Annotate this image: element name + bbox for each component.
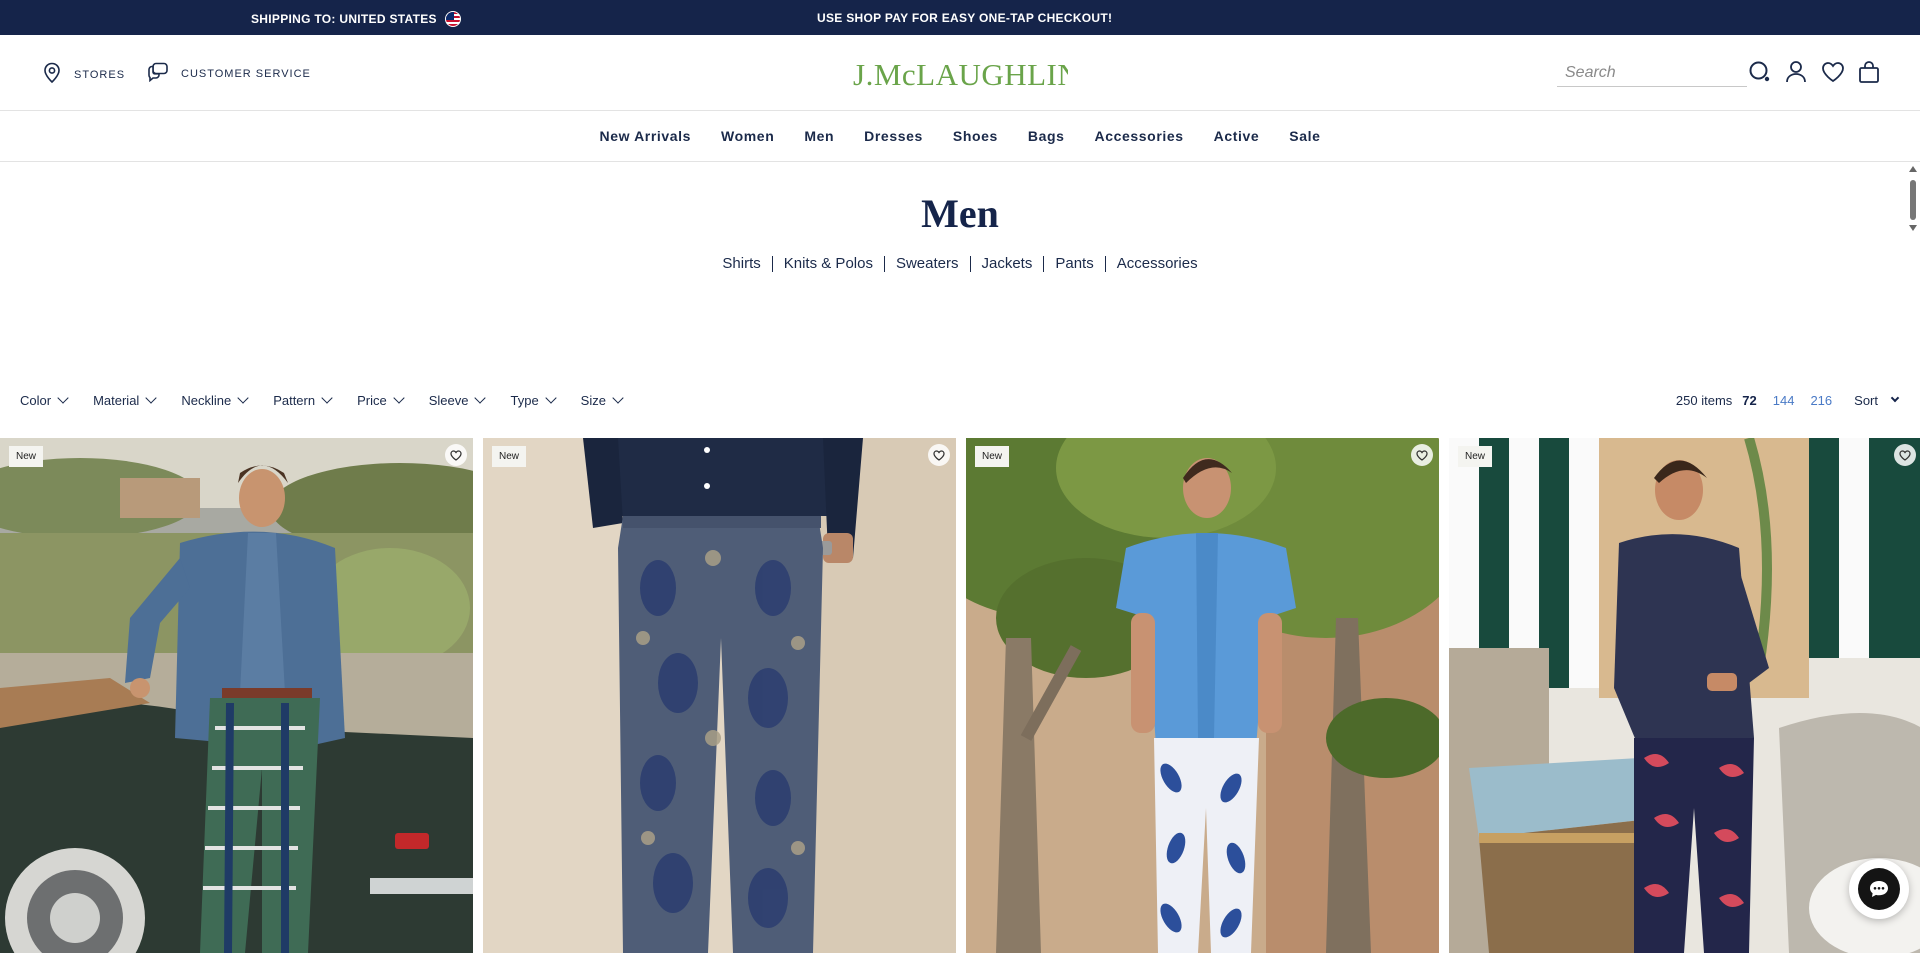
filter-bar: Color Material Neckline Pattern Price Sl… (20, 392, 648, 408)
location-pin-icon (42, 62, 62, 87)
filter-material[interactable]: Material (93, 392, 157, 408)
page-title: Men (921, 191, 999, 236)
customer-service-link[interactable]: CUSTOMER SERVICE (147, 62, 311, 85)
chevron-down-icon (545, 392, 557, 404)
new-badge: New (492, 446, 527, 467)
product-card[interactable]: New (483, 438, 956, 953)
chevron-down-icon (1890, 393, 1900, 403)
sort-dropdown[interactable]: Sort (1854, 393, 1900, 408)
subcategory-accessories[interactable]: Accessories (1104, 256, 1209, 272)
account-icon[interactable] (1783, 59, 1809, 85)
filter-price[interactable]: Price (357, 392, 405, 408)
per-page-216[interactable]: 216 (1810, 393, 1832, 408)
nav-men[interactable]: Men (804, 128, 834, 144)
filter-pattern[interactable]: Pattern (273, 392, 333, 408)
chevron-down-icon (321, 392, 333, 404)
filter-type[interactable]: Type (510, 392, 557, 408)
wishlist-heart-icon[interactable] (1894, 444, 1916, 466)
nav-sale[interactable]: Sale (1289, 128, 1320, 144)
wishlist-heart-icon[interactable] (928, 444, 950, 466)
main-nav: New Arrivals Women Men Dresses Shoes Bag… (0, 111, 1920, 162)
filter-label: Sleeve (428, 393, 469, 408)
shipping-selector[interactable]: SHIPPING TO: UNITED STATES (251, 11, 461, 27)
subcategory-pants[interactable]: Pants (1043, 256, 1104, 272)
new-badge: New (975, 446, 1010, 467)
nav-shoes[interactable]: Shoes (953, 128, 998, 144)
chevron-down-icon (474, 392, 487, 404)
product-grid: New New New New (0, 438, 1920, 953)
top-banner: SHIPPING TO: UNITED STATES USE SHOP PAY … (0, 0, 1920, 35)
stores-label: STORES (74, 68, 126, 81)
filter-label: Pattern (273, 393, 316, 408)
filter-label: Size (580, 393, 606, 408)
nav-accessories[interactable]: Accessories (1095, 128, 1184, 144)
product-image[interactable] (483, 438, 956, 953)
shipping-label: SHIPPING TO: UNITED STATES (251, 12, 437, 26)
results-toolbar: 250 items 72 144 216 Sort (1675, 393, 1900, 408)
product-image[interactable] (0, 438, 473, 953)
subcategory-sweaters[interactable]: Sweaters (883, 256, 970, 272)
filter-neckline[interactable]: Neckline (181, 392, 249, 408)
us-flag-icon (444, 11, 461, 27)
product-image[interactable] (966, 438, 1439, 953)
filter-label: Color (20, 393, 52, 408)
item-count: 250 items (1675, 393, 1733, 408)
filter-label: Material (93, 393, 140, 408)
site-logo[interactable]: J.McLAUGHLIN (853, 56, 1080, 100)
subcategory-jackets[interactable]: Jackets (969, 256, 1044, 272)
stores-link[interactable]: STORES (42, 62, 125, 87)
subcategory-shirts[interactable]: Shirts (711, 256, 771, 272)
scroll-up-arrow-icon[interactable] (1909, 166, 1917, 172)
customer-service-label: CUSTOMER SERVICE (181, 67, 311, 80)
chat-widget-button[interactable] (1849, 859, 1909, 919)
per-page-144[interactable]: 144 (1773, 393, 1795, 408)
nav-dresses[interactable]: Dresses (864, 128, 923, 144)
subcategory-links: Shirts Knits & Polos Sweaters Jackets Pa… (0, 256, 1920, 272)
per-page-72[interactable]: 72 (1742, 393, 1756, 408)
filter-color[interactable]: Color (20, 392, 69, 408)
search-icon[interactable] (1747, 59, 1773, 85)
search-input[interactable] (1557, 59, 1747, 86)
chevron-down-icon (57, 392, 69, 404)
nav-bags[interactable]: Bags (1028, 128, 1065, 144)
chevron-down-icon (393, 392, 405, 404)
filter-label: Neckline (181, 393, 232, 408)
svg-text:J.McLAUGHLIN: J.McLAUGHLIN (853, 57, 1068, 92)
search-field[interactable] (1557, 59, 1747, 87)
site-header: STORES CUSTOMER SERVICE J.McLAUGHLIN (0, 35, 1920, 111)
shopping-bag-icon[interactable] (1856, 59, 1882, 85)
product-card[interactable]: New (1449, 438, 1920, 953)
filter-sleeve[interactable]: Sleeve (428, 392, 487, 408)
product-image[interactable] (1449, 438, 1920, 953)
nav-new-arrivals[interactable]: New Arrivals (600, 128, 692, 144)
subcategory-knits-polos[interactable]: Knits & Polos (771, 256, 884, 272)
chevron-down-icon (612, 392, 624, 404)
filter-label: Price (357, 393, 387, 408)
wishlist-heart-icon[interactable] (445, 444, 467, 466)
filter-label: Type (510, 393, 539, 408)
wishlist-heart-icon[interactable] (1820, 59, 1846, 85)
sort-label: Sort (1854, 393, 1878, 408)
new-badge: New (9, 446, 44, 467)
new-badge: New (1458, 446, 1493, 467)
promo-message: USE SHOP PAY FOR EASY ONE-TAP CHECKOUT! (817, 11, 1113, 25)
product-card[interactable]: New (966, 438, 1439, 953)
chat-bubbles-icon (147, 62, 169, 85)
nav-active[interactable]: Active (1214, 128, 1260, 144)
chat-icon (1858, 868, 1900, 910)
chevron-down-icon (237, 392, 249, 404)
filter-size[interactable]: Size (580, 392, 624, 408)
nav-women[interactable]: Women (721, 128, 774, 144)
wishlist-heart-icon[interactable] (1411, 444, 1433, 466)
chevron-down-icon (145, 392, 157, 404)
product-card[interactable]: New (0, 438, 473, 953)
